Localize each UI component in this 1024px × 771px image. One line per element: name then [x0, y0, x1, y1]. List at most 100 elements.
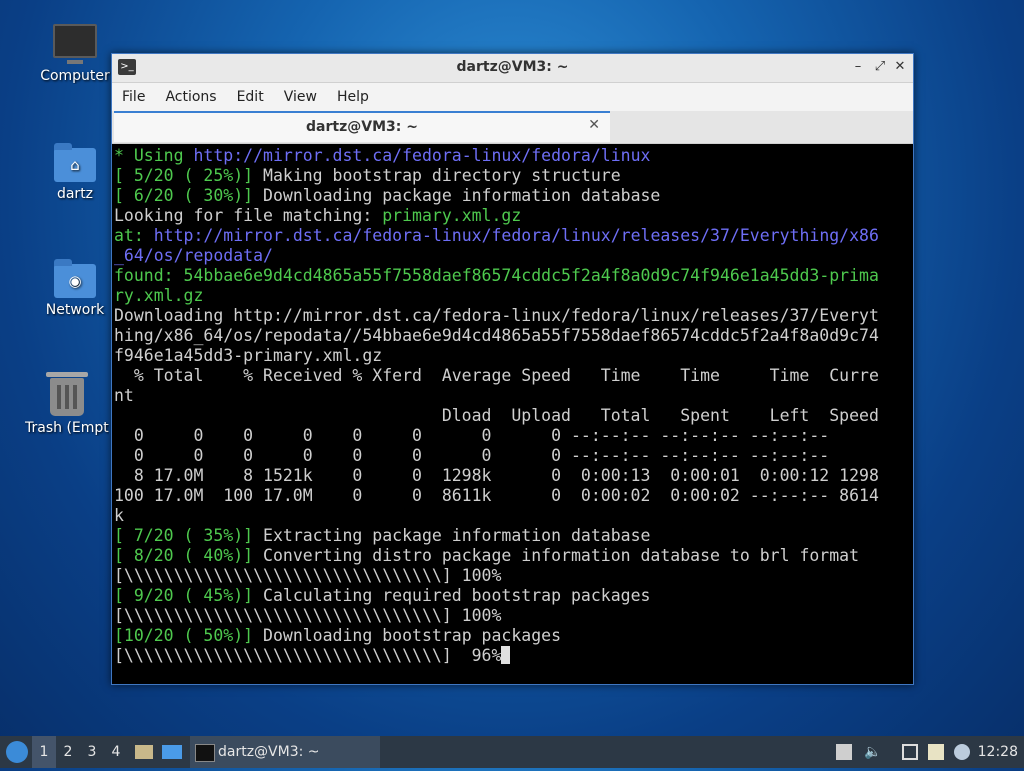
network-folder-icon: ◉ [54, 259, 96, 298]
terminal-line: 0 0 0 0 0 0 0 0 --:--:-- --:--:-- --:--:… [114, 426, 913, 446]
menu-file[interactable]: File [112, 83, 155, 111]
terminal-segment: Looking for file matching: [114, 206, 383, 225]
terminal-segment: http://mirror.dst.ca/fedora-linux/fedora… [193, 146, 651, 165]
tab-label: dartz@VM3: ~ [306, 119, 418, 135]
terminal-line: [ 6/20 ( 30%)] Downloading package infor… [114, 186, 913, 206]
desktop-icon-label: Trash (Empty) [25, 420, 109, 436]
minimize-icon[interactable]: – [849, 58, 867, 76]
desktop-icon-computer[interactable]: Computer [25, 24, 125, 84]
desktop-icon-home[interactable]: ⌂ dartz [25, 143, 125, 202]
terminal-line: [\\\\\\\\\\\\\\\\\\\\\\\\\\\\\\\\] 96% [114, 646, 913, 666]
terminal-segment: [\\\\\\\\\\\\\\\\\\\\\\\\\\\\\\\\] 100% [114, 566, 502, 585]
terminal-segment: [ 6/20 ( 30%)] [114, 186, 264, 205]
terminal-segment: Making bootstrap directory structure [263, 166, 621, 185]
terminal-window: >_ dartz@VM3: ~ – ⤢ ✕ File Actions Edit Vie… [111, 53, 914, 685]
clipboard-icon[interactable] [928, 744, 944, 760]
terminal-line: [ 5/20 ( 25%)] Making bootstrap director… [114, 166, 913, 186]
terminal-segment: Extracting package information database [263, 526, 651, 545]
terminal-line: [\\\\\\\\\\\\\\\\\\\\\\\\\\\\\\\\] 100% [114, 566, 913, 586]
home-folder-icon: ⌂ [54, 143, 96, 182]
terminal-segment: 54bbae6e9d4cd4865a55f7558daef86574cddc5f… [183, 266, 879, 285]
start-menu-icon[interactable] [6, 741, 28, 763]
desktop-icon-label: Network [45, 302, 105, 318]
terminal-line: ry.xml.gz [114, 286, 913, 306]
update-notifier-icon[interactable] [954, 744, 970, 760]
terminal-line: Looking for file matching: primary.xml.g… [114, 206, 913, 226]
terminal-line: Dload Upload Total Spent Left Speed [114, 406, 913, 426]
menu-view[interactable]: View [274, 83, 327, 111]
taskbar-item-label: dartz@VM3: ~ [218, 744, 320, 760]
computer-icon [53, 24, 97, 64]
terminal-line: found: 54bbae6e9d4cd4865a55f7558daef8657… [114, 266, 913, 286]
file-manager-launcher-icon[interactable] [135, 736, 155, 768]
terminal-line: 8 17.0M 8 1521k 0 0 1298k 0 0:00:13 0:00… [114, 466, 913, 486]
desktop-icon-label: Computer [40, 68, 110, 84]
volume-icon[interactable]: 🔈 [864, 744, 881, 760]
terminal-line: [ 9/20 ( 45%)] Calculating required boot… [114, 586, 913, 606]
window-title: dartz@VM3: ~ [456, 59, 569, 75]
menu-help[interactable]: Help [327, 83, 379, 111]
terminal-line: % Total % Received % Xferd Average Speed… [114, 366, 913, 386]
workspace-4[interactable]: 4 [104, 736, 128, 768]
title-bar[interactable]: >_ dartz@VM3: ~ – ⤢ ✕ [112, 54, 913, 83]
text-cursor [501, 646, 511, 664]
terminal-segment: Converting distro package information da… [263, 546, 860, 565]
terminal-segment: [\\\\\\\\\\\\\\\\\\\\\\\\\\\\\\\\] 96% [114, 646, 502, 665]
terminal-line: [ 7/20 ( 35%)] Extracting package inform… [114, 526, 913, 546]
tab-close-icon[interactable]: ✕ [588, 117, 600, 133]
terminal-segment: ry.xml.gz [114, 286, 204, 305]
terminal-segment: _64/os/repodata/ [114, 246, 273, 265]
terminal-segment: 8 17.0M 8 1521k 0 0 1298k 0 0:00:13 0:00… [114, 466, 879, 485]
terminal-output[interactable]: * Using http://mirror.dst.ca/fedora-linu… [114, 146, 913, 684]
terminal-line: nt [114, 386, 913, 406]
menu-edit[interactable]: Edit [227, 83, 274, 111]
terminal-segment: 0 0 0 0 0 0 0 0 --:--:-- --:--:-- --:--:… [114, 426, 830, 445]
taskbar: 1234 dartz@VM3: ~ 🔈 12:28 [0, 736, 1024, 768]
terminal-segment: Downloading package information database [263, 186, 661, 205]
terminal-segment: [ 8/20 ( 40%)] [114, 546, 264, 565]
terminal-segment: [\\\\\\\\\\\\\\\\\\\\\\\\\\\\\\\\] 100% [114, 606, 502, 625]
terminal-line: k [114, 506, 913, 526]
terminal-segment: [ 7/20 ( 35%)] [114, 526, 264, 545]
terminal-line: at: http://mirror.dst.ca/fedora-linux/fe… [114, 226, 913, 246]
terminal-line: hing/x86_64/os/repodata//54bbae6e9d4cd48… [114, 326, 913, 346]
taskbar-item-terminal[interactable]: dartz@VM3: ~ [190, 736, 380, 768]
workspace-1[interactable]: 1 [32, 736, 56, 768]
workspace-2[interactable]: 2 [56, 736, 80, 768]
trash-icon [46, 372, 88, 416]
terminal-segment: 100 17.0M 100 17.0M 0 0 8611k 0 0:00:02 … [114, 486, 879, 505]
network-tray-icon[interactable] [902, 744, 918, 760]
tab-terminal[interactable]: dartz@VM3: ~ ✕ [114, 111, 610, 142]
clock[interactable]: 12:28 [978, 736, 1018, 768]
terminal-task-icon [195, 744, 215, 762]
menu-bar: File Actions Edit View Help [112, 83, 913, 111]
terminal-segment: http://mirror.dst.ca/fedora-linux/fedora… [153, 226, 879, 245]
terminal-segment: % Total % Received % Xferd Average Speed… [114, 366, 879, 385]
terminal-segment: Downloading http://mirror.dst.ca/fedora-… [114, 306, 879, 325]
upload-tray-icon[interactable] [836, 744, 852, 760]
show-desktop-icon[interactable] [162, 736, 184, 768]
terminal-segment: [10/20 ( 50%)] [114, 626, 264, 645]
terminal-segment: k [114, 506, 124, 525]
terminal-line: f946e1a45dd3-primary.xml.gz [114, 346, 913, 366]
terminal-segment: primary.xml.gz [382, 206, 522, 225]
terminal-line: * Using http://mirror.dst.ca/fedora-linu… [114, 146, 913, 166]
terminal-segment: at: [114, 226, 154, 245]
terminal-segment: Downloading bootstrap packages [263, 626, 562, 645]
menu-actions[interactable]: Actions [155, 83, 226, 111]
desktop-icon-trash[interactable]: Trash (Empty) [25, 372, 109, 436]
terminal-segment: * Using [114, 146, 194, 165]
tab-bar: dartz@VM3: ~ ✕ [112, 111, 913, 144]
maximize-icon[interactable]: ⤢ [871, 58, 889, 76]
terminal-line: 100 17.0M 100 17.0M 0 0 8611k 0 0:00:02 … [114, 486, 913, 506]
desktop-icon-network[interactable]: ◉ Network [25, 259, 125, 318]
terminal-line: _64/os/repodata/ [114, 246, 913, 266]
terminal-segment: f946e1a45dd3-primary.xml.gz [114, 346, 383, 365]
terminal-line: [ 8/20 ( 40%)] Converting distro package… [114, 546, 913, 566]
terminal-segment: Calculating required bootstrap packages [263, 586, 651, 605]
close-icon[interactable]: ✕ [891, 58, 909, 76]
workspace-3[interactable]: 3 [80, 736, 104, 768]
terminal-line: [10/20 ( 50%)] Downloading bootstrap pac… [114, 626, 913, 646]
terminal-line: [\\\\\\\\\\\\\\\\\\\\\\\\\\\\\\\\] 100% [114, 606, 913, 626]
terminal-segment: found: [114, 266, 184, 285]
